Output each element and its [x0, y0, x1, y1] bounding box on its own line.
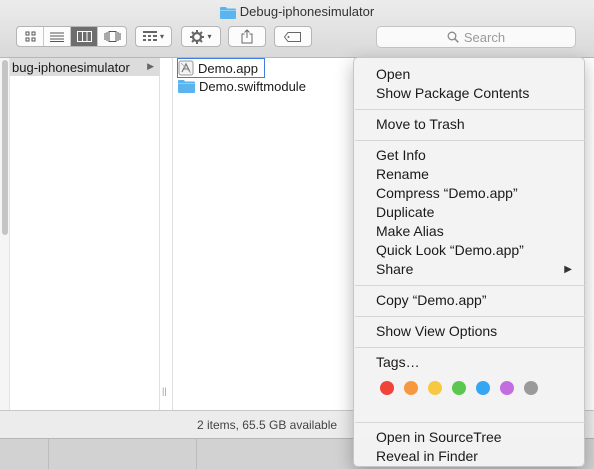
menu-item-show-package-contents[interactable]: Show Package Contents: [354, 84, 586, 103]
menu-item-reveal-in-finder[interactable]: Reveal in Finder: [354, 447, 586, 466]
tag-green[interactable]: [452, 381, 466, 395]
list-view-button[interactable]: [44, 27, 71, 46]
divider: [48, 439, 49, 469]
folder-icon: [178, 80, 195, 93]
list-icon: [50, 32, 64, 42]
chevron-down-icon: ▾: [159, 32, 164, 41]
menu-separator: [355, 316, 585, 317]
tag-red[interactable]: [380, 381, 394, 395]
column-view-button[interactable]: [71, 27, 98, 46]
share-button-inner[interactable]: [229, 27, 265, 46]
context-menu: Open Show Package Contents Move to Trash…: [353, 57, 585, 467]
menu-item-compress[interactable]: Compress “Demo.app”: [354, 184, 586, 203]
columns-icon: [76, 31, 92, 42]
menu-item-rename[interactable]: Rename: [354, 165, 586, 184]
scrollbar[interactable]: [0, 58, 10, 410]
submenu-arrow-icon: ▶: [564, 264, 572, 275]
menu-item-make-alias[interactable]: Make Alias: [354, 222, 586, 241]
share-icon: [241, 29, 253, 44]
grid-icon: [25, 31, 35, 42]
menu-item-share-label: Share: [376, 261, 414, 277]
menu-separator: [355, 285, 585, 286]
scrollbar-thumb[interactable]: [2, 60, 8, 235]
window-title: Debug-iphonesimulator: [0, 4, 594, 22]
tag-icon: [284, 31, 301, 42]
menu-item-quick-look[interactable]: Quick Look “Demo.app”: [354, 241, 586, 260]
folder-icon: [219, 6, 236, 22]
menu-item-tags[interactable]: Tags…: [354, 353, 586, 372]
file-name: Demo.app: [198, 60, 258, 76]
menu-separator: [355, 140, 585, 141]
tag-orange[interactable]: [404, 381, 418, 395]
chevron-down-icon: ▾: [207, 32, 212, 41]
empty-column: [161, 58, 173, 410]
parent-column: bug-iphonesimulator ▶: [0, 58, 160, 410]
menu-item-get-info[interactable]: Get Info: [354, 146, 586, 165]
file-item-demo-swiftmodule[interactable]: Demo.swiftmodule: [178, 77, 306, 95]
menu-item-copy[interactable]: Copy “Demo.app”: [354, 291, 586, 310]
cover-flow-icon: [104, 31, 120, 42]
divider: [196, 439, 197, 469]
column-item-label: bug-iphonesimulator: [12, 59, 130, 75]
toolbar: Debug-iphonesimulator ▾ ▾ Search: [0, 0, 594, 58]
tag-color-row: [380, 381, 548, 395]
tag-button-inner[interactable]: [275, 27, 311, 46]
menu-item-open[interactable]: Open: [354, 65, 586, 84]
file-item-demo-app[interactable]: Demo.app: [177, 58, 265, 78]
menu-separator: [355, 109, 585, 110]
gear-icon: [190, 29, 205, 44]
tag-gray[interactable]: [524, 381, 538, 395]
menu-item-show-view-options[interactable]: Show View Options: [354, 322, 586, 341]
status-text: 2 items, 65.5 GB available: [196, 418, 338, 432]
search-placeholder: Search: [463, 29, 506, 45]
disclosure-arrow-icon: ▶: [147, 61, 154, 71]
menu-item-duplicate[interactable]: Duplicate: [354, 203, 586, 222]
menu-separator: [355, 347, 585, 348]
share-button[interactable]: [228, 26, 266, 47]
group-icon: [142, 31, 157, 41]
search-icon: [447, 31, 459, 43]
action-button[interactable]: ▾: [181, 26, 221, 47]
column-item-selected[interactable]: bug-iphonesimulator ▶: [10, 58, 160, 76]
menu-item-open-in-sourcetree[interactable]: Open in SourceTree: [354, 428, 586, 447]
menu-item-share[interactable]: Share ▶: [354, 260, 586, 279]
arrange-button[interactable]: ▾: [135, 26, 172, 47]
tag-button[interactable]: [274, 26, 312, 47]
window-title-text: Debug-iphonesimulator: [239, 4, 375, 19]
cover-flow-view-button[interactable]: [98, 27, 126, 46]
action-button-inner[interactable]: ▾: [182, 27, 220, 46]
tag-yellow[interactable]: [428, 381, 442, 395]
column-resize-handle[interactable]: ||: [162, 386, 167, 396]
view-mode-control: [16, 26, 127, 47]
file-name: Demo.swiftmodule: [199, 78, 306, 94]
menu-item-move-to-trash[interactable]: Move to Trash: [354, 115, 586, 134]
arrange-button-inner[interactable]: ▾: [136, 27, 171, 46]
tag-purple[interactable]: [500, 381, 514, 395]
tag-blue[interactable]: [476, 381, 490, 395]
menu-separator: [355, 422, 585, 423]
app-icon: [178, 60, 194, 76]
icon-view-button[interactable]: [17, 27, 44, 46]
search-field[interactable]: Search: [376, 26, 576, 48]
